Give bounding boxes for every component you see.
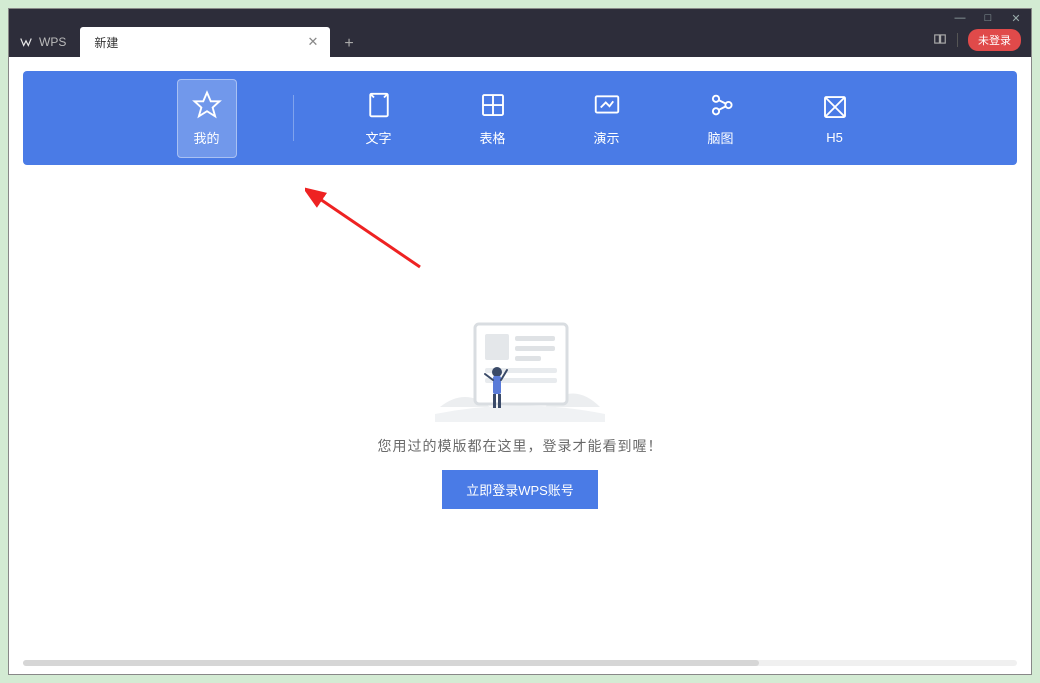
titlebar-right: 未登录 bbox=[933, 29, 1021, 51]
category-label: 我的 bbox=[193, 128, 219, 147]
empty-state: 您用过的模版都在这里，登录才能看到喔！ 立即登录WPS账号 bbox=[23, 165, 1017, 656]
content-area: 我的 文字 表格 演示 脑图 bbox=[9, 57, 1031, 674]
tab-label: 新建 bbox=[94, 34, 118, 51]
login-status-badge[interactable]: 未登录 bbox=[968, 29, 1021, 51]
window-controls: — □ ✕ bbox=[9, 9, 1031, 27]
category-label: 演示 bbox=[593, 128, 619, 147]
category-h5[interactable]: H5 bbox=[806, 82, 864, 155]
tab-new[interactable]: 新建 ✕ bbox=[80, 27, 330, 57]
category-label: H5 bbox=[826, 130, 843, 145]
divider bbox=[957, 33, 958, 47]
category-label: 脑图 bbox=[707, 128, 733, 147]
empty-message: 您用过的模版都在这里，登录才能看到喔！ bbox=[378, 436, 663, 456]
presentation-icon bbox=[592, 90, 622, 120]
table-icon bbox=[478, 90, 508, 120]
h5-icon bbox=[820, 92, 850, 122]
split-window-icon[interactable] bbox=[933, 32, 947, 49]
app-window: — □ ✕ WPS 新建 ✕ + 未登录 bbox=[8, 8, 1032, 675]
close-icon[interactable]: ✕ bbox=[303, 34, 322, 50]
divider bbox=[293, 95, 294, 141]
category-mindmap[interactable]: 脑图 bbox=[692, 80, 750, 157]
star-icon bbox=[192, 90, 222, 120]
minimize-button[interactable]: — bbox=[953, 12, 967, 24]
category-slides[interactable]: 演示 bbox=[578, 80, 636, 157]
add-tab-button[interactable]: + bbox=[330, 31, 367, 57]
horizontal-scrollbar[interactable] bbox=[23, 660, 1017, 666]
category-mine[interactable]: 我的 bbox=[177, 79, 237, 158]
empty-illustration bbox=[435, 312, 605, 422]
document-icon bbox=[364, 90, 394, 120]
scrollbar-thumb[interactable] bbox=[23, 660, 759, 666]
category-sheet[interactable]: 表格 bbox=[464, 80, 522, 157]
category-text[interactable]: 文字 bbox=[350, 80, 408, 157]
login-button[interactable]: 立即登录WPS账号 bbox=[442, 470, 598, 509]
titlebar: — □ ✕ WPS 新建 ✕ + 未登录 bbox=[9, 9, 1031, 57]
close-window-button[interactable]: ✕ bbox=[1009, 12, 1023, 25]
mindmap-icon bbox=[706, 90, 736, 120]
maximize-button[interactable]: □ bbox=[981, 12, 995, 24]
tab-app-home[interactable]: WPS bbox=[9, 27, 80, 57]
app-name-label: WPS bbox=[39, 35, 66, 49]
category-label: 文字 bbox=[365, 128, 391, 147]
category-label: 表格 bbox=[479, 128, 505, 147]
category-bar: 我的 文字 表格 演示 脑图 bbox=[23, 71, 1017, 165]
wps-logo-icon bbox=[19, 35, 33, 49]
